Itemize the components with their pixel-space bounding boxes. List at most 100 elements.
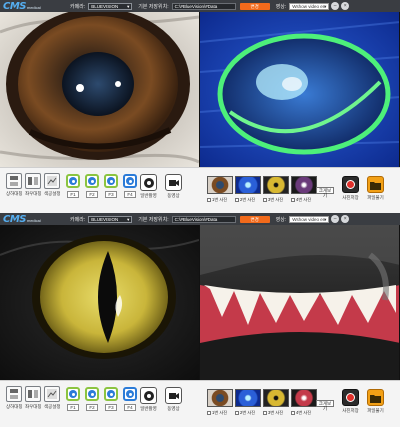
close-icon[interactable]: × xyxy=(341,2,350,10)
color-settings-icon xyxy=(44,173,61,189)
video-device-select[interactable]: Wshow video en ▼ xyxy=(289,215,330,223)
thumbnail-1[interactable] xyxy=(207,176,233,194)
capture-button[interactable]: 일반촬영 xyxy=(140,387,157,412)
thumbnail-3[interactable] xyxy=(263,389,289,407)
thumbnail-2-checkbox[interactable]: 2번 사진 xyxy=(235,197,261,203)
minimize-icon[interactable]: – xyxy=(331,215,340,223)
f1-label: F1 xyxy=(67,404,79,411)
thumbnail-2-checkbox[interactable]: 2번 사진 xyxy=(235,410,261,416)
f3-button[interactable]: F3 xyxy=(104,387,118,411)
flip-horizontal-icon xyxy=(25,173,42,189)
save-photo-button[interactable]: 사진저장 xyxy=(342,176,359,201)
f4-button[interactable]: F4 xyxy=(123,387,137,411)
video-label: 영상: xyxy=(275,216,287,223)
close-icon[interactable]: × xyxy=(341,215,350,223)
color-settings-tool[interactable]: 색공설정 xyxy=(44,173,61,197)
thumbnail-4[interactable] xyxy=(291,389,317,407)
camera-preset-icon xyxy=(66,174,80,188)
f4-button[interactable]: F4 xyxy=(123,174,137,198)
f3-button[interactable]: F3 xyxy=(104,174,118,198)
app-logo: CMS medical xyxy=(0,0,64,12)
video-camera-icon xyxy=(165,387,182,404)
thumbnail-3[interactable] xyxy=(263,176,289,194)
flip-horizontal-label: 좌우대칭 xyxy=(25,191,42,196)
thumbnail-4[interactable] xyxy=(291,176,317,194)
camera-select[interactable]: BLUEVISION ▼ xyxy=(88,215,133,223)
thumbnail-2[interactable] xyxy=(235,176,261,194)
logo-subtext: medical xyxy=(27,218,41,223)
f2-button[interactable]: F2 xyxy=(85,174,99,198)
zoom-button[interactable]: 크게보기 xyxy=(316,400,334,411)
flip-horizontal-tool[interactable]: 좌우대칭 xyxy=(25,173,42,197)
thumbnail-3-checkbox[interactable]: 3번 사진 xyxy=(263,197,289,203)
logo-text: CMS xyxy=(3,0,27,12)
video-camera-icon xyxy=(165,174,182,191)
save-photo-button[interactable]: 사진저장 xyxy=(342,389,359,414)
chevron-down-icon: ▼ xyxy=(126,216,131,222)
zoom-button[interactable]: 크게보기 xyxy=(316,187,334,198)
folder-icon xyxy=(367,389,384,406)
save-location-label: 기본 저장위치: xyxy=(138,3,169,10)
flip-vertical-label: 상하대칭 xyxy=(6,191,23,196)
thumbnail-1-checkbox[interactable]: 1번 사진 xyxy=(207,410,233,416)
video-record-button[interactable]: 동영상 xyxy=(165,174,182,199)
flip-vertical-icon xyxy=(6,386,23,402)
flip-vertical-tool[interactable]: 상하대칭 xyxy=(6,386,23,410)
captured-image-view[interactable] xyxy=(200,225,399,380)
save-photo-label: 사진저장 xyxy=(342,195,359,200)
video-record-label: 동영상 xyxy=(167,193,180,198)
camera-view-area xyxy=(0,12,400,167)
change-path-button[interactable]: 변경 xyxy=(239,2,270,10)
open-file-button[interactable]: 파일불기 xyxy=(367,389,384,414)
color-settings-tool[interactable]: 색공설정 xyxy=(44,386,61,410)
flip-horizontal-tool[interactable]: 좌우대칭 xyxy=(25,386,42,410)
color-settings-label: 색공설정 xyxy=(44,191,61,196)
save-location-label: 기본 저장위치: xyxy=(138,216,169,223)
camera-select[interactable]: BLUEVISION ▼ xyxy=(88,2,133,10)
f3-label: F3 xyxy=(105,404,117,411)
flip-horizontal-label: 좌우대칭 xyxy=(25,404,42,409)
camera-preset-icon xyxy=(123,387,137,401)
capture-button[interactable]: 일반촬영 xyxy=(140,174,157,199)
camera-icon xyxy=(140,387,157,404)
camera-preset-icon xyxy=(85,174,99,188)
control-toolbar: 상하대칭 좌우대칭 색공설정 F1 F2 F3 F4 일반촬영 동영상 1번 사… xyxy=(0,380,400,427)
thumbnail-4-checkbox[interactable]: 4번 사진 xyxy=(291,410,317,416)
camera-view-area xyxy=(0,225,400,380)
f2-label: F2 xyxy=(86,404,98,411)
video-record-button[interactable]: 동영상 xyxy=(165,387,182,412)
open-file-button[interactable]: 파일불기 xyxy=(367,176,384,201)
captured-image-view[interactable] xyxy=(200,12,399,167)
thumbnail-labels: 1번 사진 2번 사진 3번 사진 4번 사진 xyxy=(207,197,319,203)
save-photo-label: 사진저장 xyxy=(342,408,359,413)
app-window-top: CMS medical 카메라: BLUEVISION ▼ 기본 저장위치: C:… xyxy=(0,0,400,214)
minimize-icon[interactable]: – xyxy=(331,2,340,10)
save-path-field[interactable]: C:\#BlueVision\#Data xyxy=(171,215,236,223)
logo-text: CMS xyxy=(3,213,27,225)
chevron-down-icon: ▼ xyxy=(323,216,328,222)
live-camera-view[interactable] xyxy=(0,225,199,380)
video-device-select[interactable]: Wshow video en ▼ xyxy=(289,2,330,10)
f1-button[interactable]: F1 xyxy=(66,387,80,411)
thumbnail-2[interactable] xyxy=(235,389,261,407)
change-path-button[interactable]: 변경 xyxy=(239,215,270,223)
save-path-field[interactable]: C:\#BlueVision\#Data xyxy=(171,2,236,10)
flip-vertical-tool[interactable]: 상하대칭 xyxy=(6,173,23,197)
f3-label: F3 xyxy=(105,191,117,198)
f1-button[interactable]: F1 xyxy=(66,174,80,198)
f4-label: F4 xyxy=(124,191,136,198)
record-icon xyxy=(342,389,359,406)
thumbnail-3-checkbox[interactable]: 3번 사진 xyxy=(263,410,289,416)
thumbnail-1-checkbox[interactable]: 1번 사진 xyxy=(207,197,233,203)
video-label: 영상: xyxy=(275,3,287,10)
f2-button[interactable]: F2 xyxy=(85,387,99,411)
f1-label: F1 xyxy=(67,191,79,198)
chevron-down-icon: ▼ xyxy=(126,3,131,9)
title-bar: CMS medical 카메라: BLUEVISION ▼ 기본 저장위치: C:… xyxy=(0,0,400,12)
thumbnail-1[interactable] xyxy=(207,389,233,407)
app-logo: CMS medical xyxy=(0,213,64,225)
color-settings-icon xyxy=(44,386,61,402)
thumbnail-strip xyxy=(207,389,319,407)
live-camera-view[interactable] xyxy=(0,12,199,167)
thumbnail-4-checkbox[interactable]: 4번 사진 xyxy=(291,197,317,203)
